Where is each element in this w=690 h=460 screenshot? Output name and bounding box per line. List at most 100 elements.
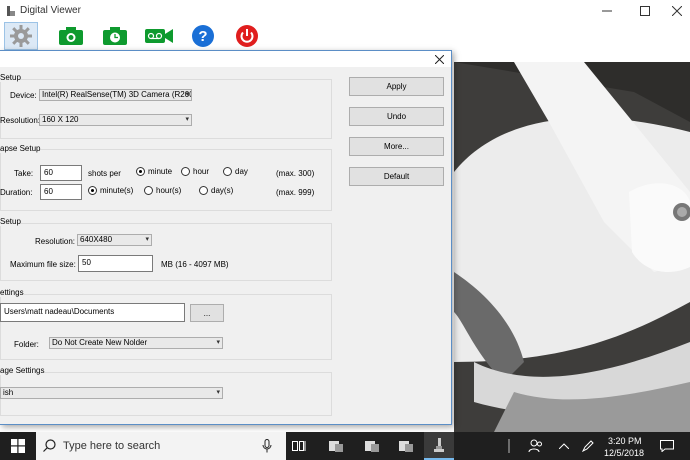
help-button[interactable]: ? [186,22,220,50]
video-resolution-select[interactable]: 640X480 ▾ [77,234,152,246]
maximize-icon [640,6,650,16]
radio-hour[interactable]: hour [181,167,209,176]
device-label: Device: [10,91,37,100]
microscope-icon [434,438,444,452]
video-camera-icon [145,29,173,43]
start-button[interactable] [0,432,36,460]
take-max-label: (max. 300) [276,169,315,178]
taskbar-search-box[interactable]: Type here to search [36,432,286,460]
device-select[interactable]: Intel(R) RealSense(TM) 3D Camera (R200 ▾ [39,89,192,101]
take-label: Take: [14,169,34,178]
video-resolution-label: Resolution: [35,237,76,246]
windows-logo-icon [11,439,25,453]
max-file-size-input[interactable]: 50 [78,255,153,272]
folder-label: Folder: [14,340,39,349]
app-icon [7,6,15,16]
clock-time[interactable]: 3:20 PM [608,436,642,446]
timelapse-button[interactable] [98,22,132,50]
radio-dot-selected [136,167,145,176]
search-icon [43,439,56,452]
camera-resolution-select[interactable]: 160 X 120 ▾ [39,114,192,126]
settings-button[interactable] [4,22,38,50]
radio-hours[interactable]: hour(s) [144,186,181,195]
duration-input[interactable]: 60 [40,184,82,200]
camera-setup-group [0,79,332,139]
settings-dialog: Setup Device: Intel(R) RealSense(TM) 3D … [0,50,452,425]
language-select[interactable]: ish ▾ [0,387,223,399]
radio-dot [144,186,153,195]
power-icon [236,25,258,47]
toolbar: ? [0,22,690,50]
taskbar-app-1[interactable] [322,432,350,460]
video-setup-group [0,223,332,281]
digital-viewer-icon [399,441,413,452]
save-path-input[interactable]: Users\matt nadeau\Documents [0,303,185,322]
dialog-close-button[interactable] [430,52,448,66]
svg-text:?: ? [198,28,207,45]
people-icon [528,439,542,453]
dialog-titlebar[interactable] [0,51,451,67]
take-input[interactable]: 60 [40,165,82,181]
taskbar-app-2[interactable] [358,432,386,460]
max-file-size-label: Maximum file size: [10,260,76,269]
close-icon [672,6,682,16]
show-hidden-icons-button[interactable] [556,432,572,460]
minimize-icon [602,10,612,12]
undo-button[interactable]: Undo [349,107,444,126]
camera-resolution-value: 160 X 120 [42,115,79,124]
radio-day[interactable]: day [223,167,248,176]
chevron-up-icon [559,443,569,449]
chevron-down-icon: ▾ [145,236,149,243]
power-button[interactable] [230,22,264,50]
digital-viewer-icon [329,441,343,452]
digital-viewer-icon [365,441,379,452]
taskbar-app-3[interactable] [392,432,420,460]
window-titlebar[interactable]: Digital Viewer [0,0,690,22]
maximize-button[interactable] [628,0,662,22]
close-icon [434,54,444,64]
video-resolution-value: 640X480 [80,235,113,244]
device-value: Intel(R) RealSense(TM) 3D Camera (R200 [42,90,192,99]
taskbar: Type here to search 3:20 PM 12/5/2018 [0,432,690,460]
shots-per-label: shots per [88,169,121,178]
apply-button[interactable]: Apply [349,77,444,96]
folder-select[interactable]: Do Not Create New Nolder ▾ [49,337,223,349]
clock-date[interactable]: 12/5/2018 [604,448,644,458]
language-value: ish [3,388,14,397]
task-view-icon [292,441,306,451]
radio-minute[interactable]: minute [136,167,172,176]
duration-max-label: (max. 999) [276,188,315,197]
chevron-down-icon: ▾ [216,339,220,346]
radio-days[interactable]: day(s) [199,186,233,195]
save-settings-title: ettings [0,288,24,297]
pen-icon [582,440,594,452]
gear-icon [10,25,32,47]
more-button[interactable]: More... [349,137,444,156]
radio-dot [181,167,190,176]
action-center-button[interactable] [656,432,678,460]
minimize-button[interactable] [590,0,624,22]
radio-dot [199,186,208,195]
help-icon: ? [192,25,214,47]
record-video-button[interactable] [142,22,176,50]
radio-dot [223,167,232,176]
task-view-button[interactable] [290,432,308,460]
microphone-icon[interactable] [262,439,272,453]
video-setup-title: Setup [0,217,21,226]
radio-minutes[interactable]: minute(s) [88,186,133,195]
people-button[interactable] [526,432,546,460]
pen-button[interactable] [580,432,596,460]
chevron-down-icon: ▾ [216,389,220,396]
radio-dot-selected [88,186,97,195]
default-button[interactable]: Default [349,167,444,186]
browse-button[interactable]: ... [190,304,224,322]
chevron-down-icon: ▾ [185,116,189,123]
capture-photo-button[interactable] [54,22,88,50]
camera-preview[interactable] [454,62,690,432]
max-file-size-units: MB (16 - 4097 MB) [161,260,229,269]
close-window-button[interactable] [660,0,690,22]
taskbar-app-active[interactable] [424,432,454,460]
camera-icon [59,27,83,45]
taskbar-divider [503,432,515,460]
notification-icon [660,440,674,452]
